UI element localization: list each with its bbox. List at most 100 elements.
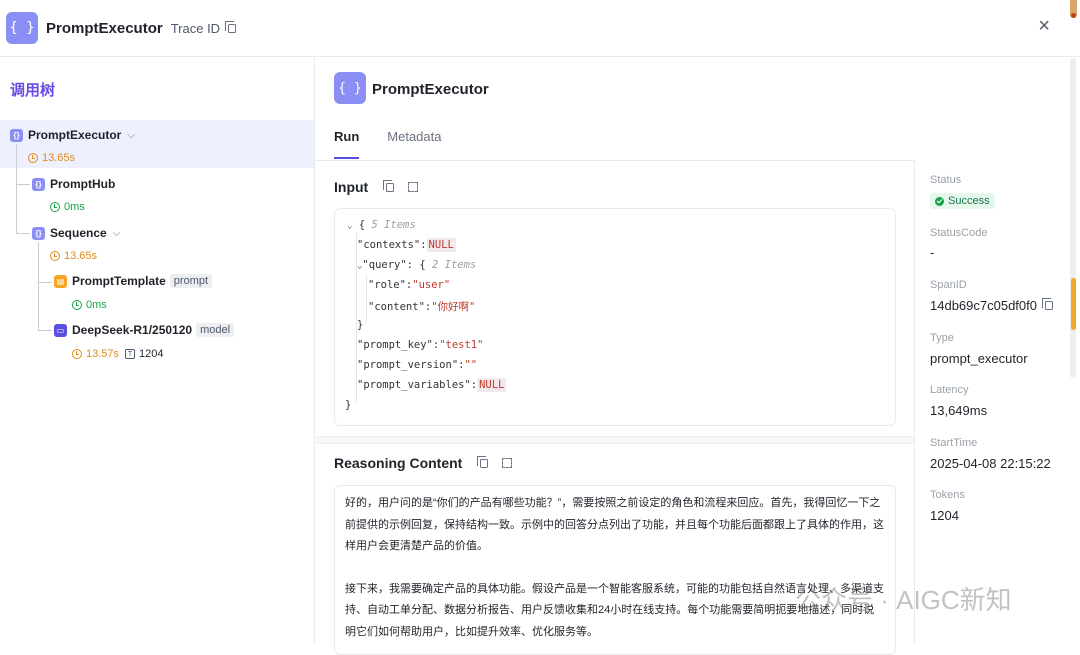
watermark: 公众号 · AIGC新知 <box>795 585 1012 615</box>
input-section-title: Input <box>334 179 419 195</box>
braces-icon: { } <box>334 72 366 104</box>
drawer-header: { } PromptExecutor Trace ID <box>0 0 1080 57</box>
copy-trace-id-icon[interactable] <box>225 20 237 33</box>
tree-node-label: Sequence <box>50 226 107 240</box>
tree-connector <box>16 233 30 234</box>
clock-icon <box>72 349 82 359</box>
scrollbar-thumb[interactable] <box>1071 278 1076 330</box>
braces-icon: { } <box>6 12 38 44</box>
tree-node-promptexecutor[interactable]: {} PromptExecutor ⌵ <box>10 128 135 142</box>
json-indent-guide <box>366 275 367 323</box>
braces-icon: {} <box>32 226 45 240</box>
json-item-count: 2 Items <box>431 259 477 271</box>
json-string: "user" <box>412 279 451 291</box>
tab-run[interactable]: Run <box>334 129 360 159</box>
tree-node-prompttemplate[interactable]: ▤ PromptTemplate prompt <box>54 274 213 288</box>
json-item-count: 5 Items <box>371 219 416 231</box>
latency-value: 13.65s <box>42 152 76 164</box>
json-key: "contexts": <box>357 239 427 251</box>
copy-reasoning-icon[interactable] <box>477 455 489 468</box>
tree-node-deepseek[interactable]: ▭ DeepSeek-R1/250120 model <box>54 323 235 337</box>
tokens-value: 1204 <box>930 508 959 523</box>
status-badge: Success <box>930 193 995 209</box>
json-null: NULL <box>477 378 507 392</box>
tree-node-label: PromptExecutor <box>28 128 122 142</box>
json-line: } <box>357 319 363 331</box>
json-brace: } <box>357 319 364 331</box>
json-line: ⌄"query": { 2 Items <box>357 259 476 271</box>
json-string: "test1" <box>439 339 484 351</box>
scrollbar-track[interactable] <box>1070 58 1076 378</box>
latency-meta: 13.65s <box>28 152 75 164</box>
reasoning-paragraph: 好的，用户问的是“你们的产品有哪些功能？”，需要按照之前设定的角色和流程来回应。… <box>345 497 884 552</box>
type-label: Type <box>930 332 954 344</box>
starttime-value: 2025-04-08 22:15:22 <box>930 456 1051 471</box>
tree-connector <box>38 330 52 331</box>
braces-icon: {} <box>10 128 23 142</box>
json-brace: { <box>419 259 426 271</box>
call-tree-panel: 调用树 {} PromptExecutor ⌵ 13.65s {} Prompt… <box>0 58 315 643</box>
clock-icon <box>72 300 82 310</box>
json-line: ⌄ { 5 Items <box>347 219 416 231</box>
statuscode-value: - <box>930 245 935 260</box>
latency-meta: 13.57s T 1204 <box>72 348 164 360</box>
page-scroll-marker <box>1070 0 1077 18</box>
latency-meta: 0ms <box>50 201 85 213</box>
collapse-arrow-icon[interactable]: ⌄ <box>347 221 352 231</box>
clock-icon <box>28 153 38 163</box>
json-line: "prompt_variables": NULL <box>357 378 507 392</box>
latency-value: 13.65s <box>64 250 98 262</box>
input-json-viewer: ⌄ { 5 Items "contexts": NULL ⌄"query": { … <box>334 208 896 426</box>
tree-node-label: PromptHub <box>50 177 116 191</box>
json-line: } <box>345 399 351 411</box>
token-count: 1204 <box>139 348 164 360</box>
copy-input-icon[interactable] <box>383 179 395 192</box>
call-tree-title: 调用树 <box>10 82 56 99</box>
spanid-value: 14db69c7c05df0f0 <box>930 298 1053 313</box>
model-icon: ▭ <box>54 323 67 337</box>
latency-detail-value: 13,649ms <box>930 403 988 418</box>
drawer-title: PromptExecutor <box>46 19 163 37</box>
latency-value: 13.57s <box>86 348 120 360</box>
node-type-tag: model <box>196 323 235 337</box>
spanid-text: 14db69c7c05df0f0 <box>930 298 1037 313</box>
input-title-text: Input <box>334 179 369 195</box>
section-separator <box>316 436 914 444</box>
json-line: "contexts": NULL <box>357 238 456 252</box>
latency-label: Latency <box>930 384 969 396</box>
expand-input-icon[interactable] <box>408 182 419 192</box>
json-key: "prompt_variables": <box>357 379 478 391</box>
json-string: "你好啊" <box>431 301 476 313</box>
node-type-tag: prompt <box>169 274 213 288</box>
json-brace: { <box>358 219 366 231</box>
json-key: "query": <box>362 259 413 271</box>
json-key: "role": <box>368 279 413 291</box>
tree-node-sequence[interactable]: {} Sequence ⌵ <box>32 226 120 240</box>
tree-node-prompthub[interactable]: {} PromptHub <box>32 177 115 191</box>
run-detail-panel: { } PromptExecutor Run Metadata Input ⌄ … <box>316 58 914 655</box>
chevron-down-icon[interactable]: ⌵ <box>113 228 121 239</box>
tree-connector <box>16 144 17 234</box>
copy-spanid-icon[interactable] <box>1041 298 1053 310</box>
chevron-down-icon[interactable]: ⌵ <box>127 130 135 141</box>
latency-value: 0ms <box>64 201 85 213</box>
tree-connector <box>38 282 52 283</box>
spanid-label: SpanID <box>930 279 967 291</box>
tab-metadata[interactable]: Metadata <box>387 129 441 159</box>
expand-reasoning-icon[interactable] <box>502 458 513 468</box>
close-icon[interactable]: × <box>1038 16 1050 36</box>
token-icon: T <box>125 349 136 359</box>
reasoning-content: 好的，用户问的是“你们的产品有哪些功能？”，需要按照之前设定的角色和流程来回应。… <box>334 485 896 655</box>
json-key: "prompt_version": <box>357 359 465 371</box>
latency-value: 0ms <box>86 299 107 311</box>
tree-node-label: PromptTemplate <box>72 274 166 288</box>
reasoning-section-title: Reasoning Content <box>334 455 513 471</box>
statuscode-label: StatusCode <box>930 227 988 239</box>
json-key: "prompt_key": <box>357 339 440 351</box>
clock-icon <box>50 202 60 212</box>
tabs-divider <box>316 160 914 161</box>
status-label: Status <box>930 174 962 186</box>
latency-meta: 0ms <box>72 299 107 311</box>
json-null: NULL <box>426 238 456 252</box>
type-value: prompt_executor <box>930 351 1028 366</box>
